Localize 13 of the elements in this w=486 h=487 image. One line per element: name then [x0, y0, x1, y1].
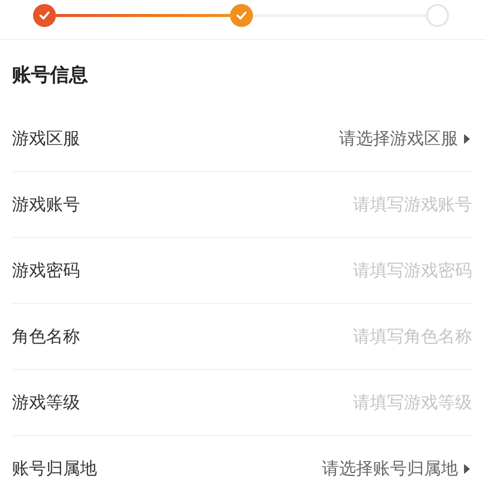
field-label: 游戏区服: [12, 128, 80, 150]
field-label: 游戏等级: [12, 392, 80, 414]
field-label: 游戏密码: [12, 260, 80, 282]
field-label: 账号归属地: [12, 458, 97, 480]
input-field[interactable]: 请填写游戏密码: [272, 260, 472, 280]
field-label: 角色名称: [12, 326, 80, 348]
select-field[interactable]: 请选择游戏区服: [339, 127, 470, 150]
input-field[interactable]: 请填写游戏等级: [272, 392, 472, 412]
section-title: 账号信息: [11, 63, 89, 88]
input-field[interactable]: 请填写角色名称: [272, 326, 472, 346]
input-field[interactable]: 请填写游戏账号: [272, 194, 472, 214]
field-label: 游戏账号: [12, 194, 80, 216]
select-field[interactable]: 请选择账号归属地: [322, 457, 470, 480]
